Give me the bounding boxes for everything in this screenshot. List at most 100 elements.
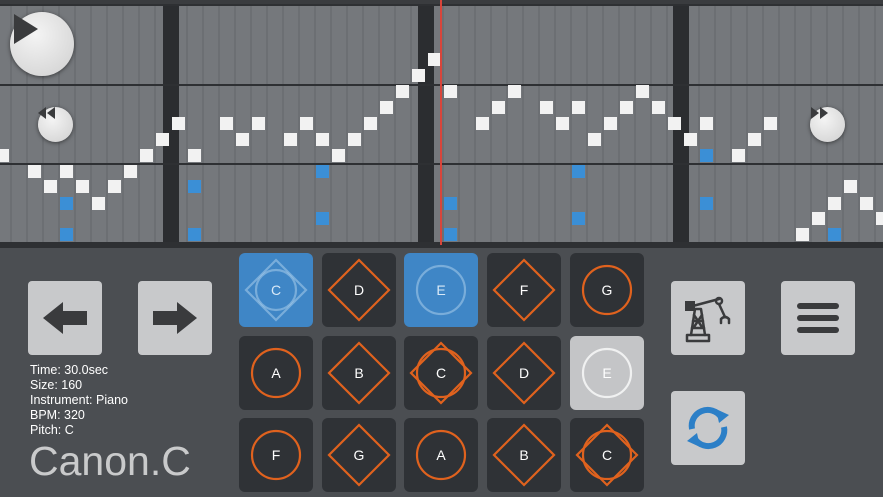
piano-roll-note[interactable]	[492, 101, 505, 114]
piano-roll-note[interactable]	[700, 197, 713, 210]
piano-roll-note[interactable]	[860, 197, 873, 210]
piano-roll-note[interactable]	[572, 212, 585, 225]
play-button[interactable]	[10, 12, 74, 76]
note-pad[interactable]: A	[239, 336, 313, 410]
piano-roll-note[interactable]	[316, 165, 329, 178]
piano-roll-note[interactable]	[844, 180, 857, 193]
piano-roll-note[interactable]	[236, 133, 249, 146]
piano-roll-note[interactable]	[620, 101, 633, 114]
piano-roll-note[interactable]	[732, 149, 745, 162]
piano-roll-note[interactable]	[108, 180, 121, 193]
menu-button[interactable]	[781, 281, 855, 355]
note-pad[interactable]: G	[322, 418, 396, 492]
piano-roll-note[interactable]	[828, 228, 841, 241]
pad-label: D	[518, 365, 530, 381]
piano-roll-note[interactable]	[684, 133, 697, 146]
piano-roll-note[interactable]	[700, 117, 713, 130]
piano-roll-note[interactable]	[540, 101, 553, 114]
pad-label: A	[271, 365, 281, 381]
piano-roll-note[interactable]	[332, 149, 345, 162]
piano-roll-note[interactable]	[572, 165, 585, 178]
fast-forward-icon	[811, 107, 828, 119]
hamburger-menu-icon	[797, 303, 839, 333]
piano-roll-note[interactable]	[316, 133, 329, 146]
piano-roll-note[interactable]	[156, 133, 169, 146]
piano-roll-note[interactable]	[284, 133, 297, 146]
note-pad[interactable]: G	[570, 253, 644, 327]
piano-roll-note[interactable]	[636, 85, 649, 98]
piano-roll-note[interactable]	[44, 180, 57, 193]
fast-forward-button[interactable]	[810, 107, 845, 142]
piano-roll-note[interactable]	[444, 85, 457, 98]
piano-roll-note[interactable]	[396, 85, 409, 98]
refresh-button[interactable]	[671, 391, 745, 465]
note-pad[interactable]: D	[322, 253, 396, 327]
piano-roll-note[interactable]	[220, 117, 233, 130]
piano-roll-note[interactable]	[428, 53, 441, 66]
piano-roll-note[interactable]	[380, 101, 393, 114]
piano-roll-note[interactable]	[92, 197, 105, 210]
auto-play-button[interactable]	[671, 281, 745, 355]
note-pad[interactable]: E	[404, 253, 478, 327]
note-pad[interactable]: B	[322, 336, 396, 410]
pad-label: B	[354, 365, 364, 381]
playhead[interactable]	[440, 0, 442, 245]
piano-roll-note[interactable]	[60, 165, 73, 178]
piano-roll-note[interactable]	[604, 117, 617, 130]
rewind-button[interactable]	[38, 107, 73, 142]
note-pad[interactable]: C	[404, 336, 478, 410]
note-pad[interactable]: A	[404, 418, 478, 492]
note-pad[interactable]: F	[487, 253, 561, 327]
piano-roll-note[interactable]	[668, 117, 681, 130]
note-pad[interactable]: D	[487, 336, 561, 410]
piano-roll-note[interactable]	[444, 197, 457, 210]
note-pad[interactable]: C	[239, 253, 313, 327]
instrument-info: Instrument: Piano	[30, 393, 128, 407]
piano-roll-note[interactable]	[876, 212, 883, 225]
piano-roll-note[interactable]	[188, 149, 201, 162]
piano-roll-note[interactable]	[28, 165, 41, 178]
piano-roll-note[interactable]	[364, 117, 377, 130]
piano-roll-note[interactable]	[572, 101, 585, 114]
piano-roll-note[interactable]	[140, 149, 153, 162]
piano-roll-note[interactable]	[76, 180, 89, 193]
piano-roll-note[interactable]	[124, 165, 137, 178]
piano-roll-note[interactable]	[300, 117, 313, 130]
rewind-icon	[38, 107, 55, 119]
piano-roll-note[interactable]	[652, 101, 665, 114]
note-pad[interactable]: E	[570, 336, 644, 410]
piano-roll-note[interactable]	[412, 69, 425, 82]
note-pad[interactable]: C	[570, 418, 644, 492]
note-pad[interactable]: F	[239, 418, 313, 492]
next-button[interactable]	[138, 281, 212, 355]
piano-roll-note[interactable]	[796, 228, 809, 241]
piano-roll-note[interactable]	[60, 197, 73, 210]
pad-label: C	[270, 282, 282, 298]
piano-roll-note[interactable]	[764, 117, 777, 130]
pad-label: G	[601, 282, 613, 298]
piano-roll-note[interactable]	[556, 117, 569, 130]
piano-roll-note[interactable]	[700, 149, 713, 162]
piano-roll-canvas[interactable]	[0, 0, 883, 248]
pad-label: F	[519, 282, 529, 298]
previous-button[interactable]	[28, 281, 102, 355]
piano-roll-note[interactable]	[588, 133, 601, 146]
piano-roll-note[interactable]	[748, 133, 761, 146]
piano-roll-note[interactable]	[508, 85, 521, 98]
piano-roll-note[interactable]	[812, 212, 825, 225]
piano-roll-note[interactable]	[316, 212, 329, 225]
piano-roll-note[interactable]	[252, 117, 265, 130]
note-pad[interactable]: B	[487, 418, 561, 492]
piano-roll[interactable]	[0, 0, 883, 248]
piano-roll-note[interactable]	[172, 117, 185, 130]
piano-roll-note[interactable]	[444, 228, 457, 241]
piano-roll-note[interactable]	[476, 117, 489, 130]
piano-roll-note[interactable]	[188, 228, 201, 241]
piano-roll-note[interactable]	[188, 180, 201, 193]
pad-label: F	[271, 447, 281, 463]
pad-label: E	[436, 282, 446, 298]
piano-roll-note[interactable]	[828, 197, 841, 210]
piano-roll-note[interactable]	[0, 149, 9, 162]
piano-roll-note[interactable]	[348, 133, 361, 146]
piano-roll-note[interactable]	[60, 228, 73, 241]
